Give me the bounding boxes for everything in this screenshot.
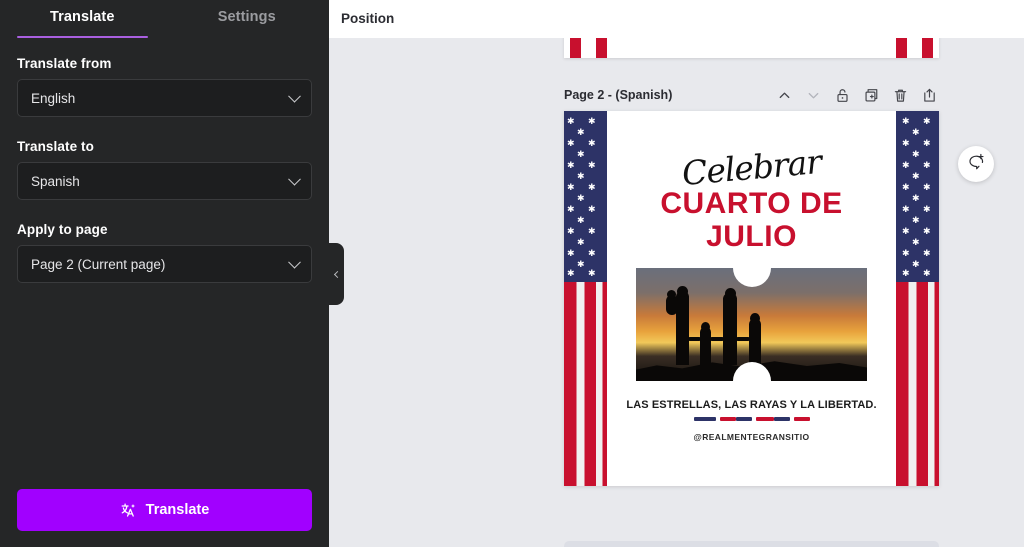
lock-page-button[interactable] [833,86,852,105]
flag-stripe [896,38,907,58]
divider-segment [793,417,810,421]
move-page-down-button[interactable] [804,86,823,105]
design-tagline[interactable]: LAS ESTRELLAS, LAS RAYAS Y LA LIBERTAD. [593,399,910,411]
translate-to-label: Translate to [17,139,94,154]
chevron-down-icon [288,255,301,269]
page-header: Page 2 - (Spanish) [564,84,939,106]
tab-translate-label: Translate [49,9,115,25]
family-silhouette-sunset-photo[interactable] [636,268,867,381]
divider-segment [773,417,790,421]
collapse-panel-handle[interactable] [329,243,344,305]
position-button[interactable]: Position [341,11,394,26]
flag-stripe [570,38,581,58]
design-social-handle[interactable]: @REALMENTEGRANSITIO [607,432,896,442]
apply-to-page-value: Page 2 (Current page) [31,256,166,272]
unlock-icon [835,88,850,103]
design-content: Celebrar CUARTO DE JULIO LAS ESTRELLAS, … [607,111,896,486]
canvas-scroll-area[interactable]: Page 2 - (Spanish) ✱ ✱ ✱ ✱ ✱ ✱ ✱ ✱ ✱ ✱ ✱… [329,38,1024,547]
chevron-down-icon [806,88,821,103]
page-title: Page 2 - (Spanish) [564,88,673,102]
translate-from-value: English [31,90,76,106]
photo-notch-top [732,268,771,287]
trash-icon [893,88,908,103]
panel-footer: Translate [0,489,329,547]
add-page-after-button[interactable] [920,86,939,105]
design-divider [607,417,896,421]
translate-to-value: Spanish [31,173,80,189]
translate-from-select[interactable]: English [17,79,312,117]
divider-segment [735,417,752,421]
editor-main: Position Page 2 - (Spanish) ✱ ✱ ✱ ✱ ✱ ✱ … [329,0,1024,547]
app-root: Translate Settings Translate from Englis… [0,0,1024,547]
chevron-left-icon [333,270,342,278]
divider-segment [755,417,774,421]
divider-segment [719,417,736,421]
chevron-up-icon [777,88,792,103]
flag-stripes [564,281,607,486]
chevron-down-icon [288,89,301,103]
field-translate-from: Translate from English [17,56,312,117]
translate-form: Translate from English Translate to Span… [0,38,329,489]
duplicate-page-button[interactable] [862,86,881,105]
flag-border-left: ✱ ✱ ✱ ✱ ✱ ✱ ✱ ✱ ✱ ✱ ✱ ✱ ✱ ✱ ✱ ✱ ✱ ✱ ✱ ✱ … [564,111,607,486]
left-panel: Translate Settings Translate from Englis… [0,0,329,547]
delete-page-button[interactable] [891,86,910,105]
flag-stripe [596,38,607,58]
duplicate-icon [864,88,879,103]
divider-segment [693,417,716,421]
design-main-heading[interactable]: CUARTO DE JULIO [599,187,904,253]
flag-stripe [922,38,933,58]
chevron-down-icon [288,172,301,186]
translate-button[interactable]: Translate [17,489,312,531]
add-page-icon [922,88,937,103]
previous-page-preview[interactable] [564,38,939,58]
toolbar: Position [329,0,1024,38]
add-comment-button[interactable] [958,146,994,182]
tab-translate[interactable]: Translate [0,0,165,38]
translate-to-select[interactable]: Spanish [17,162,312,200]
translate-button-label: Translate [145,502,210,518]
add-comment-icon [967,152,986,176]
design-canvas-page[interactable]: ✱ ✱ ✱ ✱ ✱ ✱ ✱ ✱ ✱ ✱ ✱ ✱ ✱ ✱ ✱ ✱ ✱ ✱ ✱ ✱ … [564,111,939,486]
move-page-up-button[interactable] [775,86,794,105]
translate-from-label: Translate from [17,56,112,71]
tab-settings-label: Settings [217,9,276,25]
panel-tabs: Translate Settings [0,0,329,38]
translate-sparkle-icon [120,502,136,518]
flag-border-right: ✱ ✱ ✱ ✱ ✱ ✱ ✱ ✱ ✱ ✱ ✱ ✱ ✱ ✱ ✱ ✱ ✱ ✱ ✱ ✱ … [896,111,939,486]
apply-to-page-label: Apply to page [17,222,108,237]
page-toolbar [775,86,939,105]
field-translate-to: Translate to Spanish [17,139,312,200]
flag-stripes [896,281,939,486]
design-title-line-2: JULIO [706,220,797,253]
add-page-button[interactable]: + Add page [564,541,939,547]
tab-settings[interactable]: Settings [165,0,330,38]
field-apply-to-page: Apply to page Page 2 (Current page) [17,222,312,283]
apply-to-page-select[interactable]: Page 2 (Current page) [17,245,312,283]
